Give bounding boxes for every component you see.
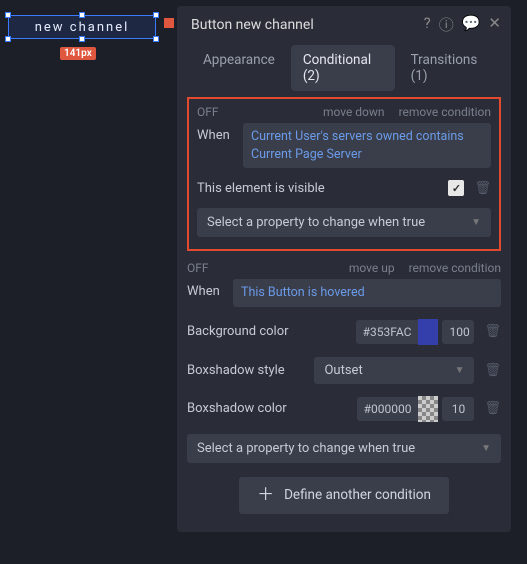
chevron-down-icon: ▼ <box>455 365 465 376</box>
shadow-opacity-input[interactable]: 10 <box>442 397 474 421</box>
define-condition-button[interactable]: ＋ Define another condition <box>239 477 449 514</box>
tabs: Appearance Conditional (2) Transitions (… <box>177 45 511 97</box>
canvas-button-preview[interactable]: new channel <box>8 15 156 39</box>
resize-handle[interactable] <box>5 12 11 18</box>
property-select[interactable]: Select a property to change when true ▼ <box>187 434 501 463</box>
condition-off-label: OFF <box>197 105 219 119</box>
shadow-style-label: Boxshadow style <box>187 363 314 378</box>
resize-handle[interactable] <box>153 36 159 42</box>
when-label: When <box>187 279 227 307</box>
property-select-label: Select a property to change when true <box>207 215 425 230</box>
when-label: When <box>197 123 237 168</box>
resize-handle[interactable] <box>79 36 85 42</box>
shadow-style-select[interactable]: Outset ▼ <box>314 357 474 384</box>
issue-indicator-icon[interactable] <box>164 18 174 28</box>
help-icon[interactable]: ? <box>424 14 431 35</box>
panel-header: Button new channel ? ⓘ 💬 ✕ <box>177 6 511 45</box>
plus-icon: ＋ <box>257 487 274 504</box>
resize-handle[interactable] <box>79 12 85 18</box>
bg-swatch[interactable] <box>418 319 438 345</box>
resize-handle[interactable] <box>153 12 159 18</box>
bg-opacity-input[interactable]: 100 <box>442 320 474 344</box>
property-select[interactable]: Select a property to change when true ▼ <box>197 208 491 237</box>
chevron-down-icon: ▼ <box>471 217 481 228</box>
property-panel: Button new channel ? ⓘ 💬 ✕ Appearance Co… <box>177 6 511 532</box>
shadow-color-label: Boxshadow color <box>187 401 357 416</box>
condition-2: OFF move up remove condition When This B… <box>177 255 511 514</box>
bg-hex-input[interactable]: #353FAC <box>356 320 419 344</box>
tab-transitions[interactable]: Transitions (1) <box>399 45 501 91</box>
expression-input[interactable]: This Button is hovered <box>233 279 501 307</box>
condition-1-highlight: OFF move down remove condition When Curr… <box>187 97 501 251</box>
bg-color-label: Background color <box>187 324 356 339</box>
tab-appearance[interactable]: Appearance <box>191 45 287 91</box>
remove-condition-link[interactable]: remove condition <box>409 261 501 275</box>
size-badge: 141px <box>60 47 96 60</box>
canvas-button-text: new channel <box>35 20 130 35</box>
property-select-label: Select a property to change when true <box>197 441 415 456</box>
trash-icon[interactable]: 🗑 <box>484 401 501 416</box>
move-up-link[interactable]: move up <box>349 261 395 275</box>
move-down-link[interactable]: move down <box>323 105 385 119</box>
comment-icon[interactable]: 💬 <box>462 14 481 35</box>
remove-condition-link[interactable]: remove condition <box>399 105 491 119</box>
panel-title: Button new channel <box>191 17 314 33</box>
visible-checkbox[interactable]: ✓ <box>448 180 464 196</box>
trash-icon[interactable]: 🗑 <box>484 363 501 378</box>
tab-conditional[interactable]: Conditional (2) <box>291 45 395 91</box>
visible-label: This element is visible <box>197 181 325 196</box>
resize-handle[interactable] <box>5 36 11 42</box>
condition-off-label: OFF <box>187 261 209 275</box>
info-icon[interactable]: ⓘ <box>439 14 454 35</box>
expression-input[interactable]: Current User's servers owned contains Cu… <box>243 123 491 168</box>
shadow-hex-input[interactable]: #000000 <box>357 397 419 421</box>
define-condition-label: Define another condition <box>284 487 431 503</box>
chevron-down-icon: ▼ <box>481 443 491 454</box>
trash-icon[interactable]: 🗑 <box>484 324 501 339</box>
trash-icon[interactable]: 🗑 <box>474 181 491 196</box>
shadow-style-value: Outset <box>324 363 362 378</box>
shadow-swatch[interactable] <box>418 396 438 422</box>
close-icon[interactable]: ✕ <box>488 14 501 35</box>
